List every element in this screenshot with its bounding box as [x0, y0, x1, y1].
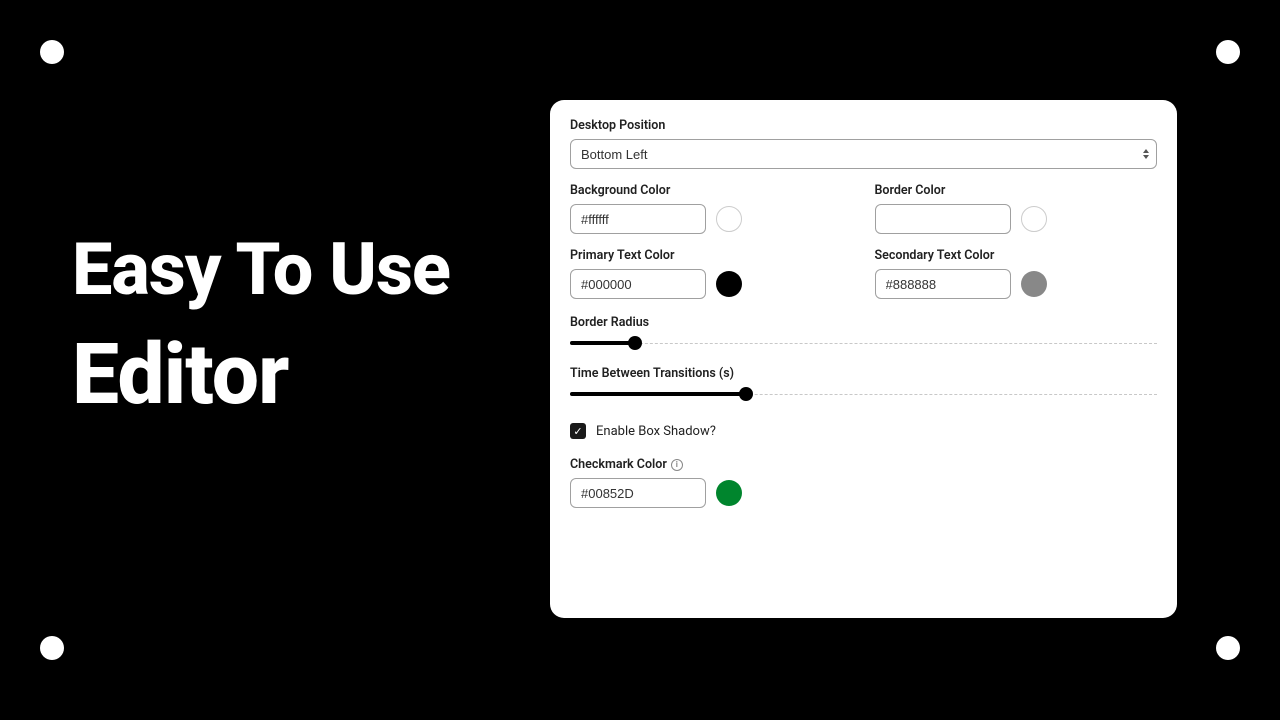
time-between-slider[interactable]: [570, 387, 1157, 401]
desktop-position-label: Desktop Position: [570, 118, 1157, 133]
primary-text-color-field: Primary Text Color: [570, 248, 853, 299]
slider-rail: [570, 343, 1157, 344]
time-between-label: Time Between Transitions (s): [570, 366, 1157, 381]
enable-box-shadow-checkbox[interactable]: ✓: [570, 423, 586, 439]
secondary-text-color-input[interactable]: [875, 269, 1011, 299]
border-radius-slider[interactable]: [570, 336, 1157, 350]
decorative-dot: [1216, 636, 1240, 660]
info-icon[interactable]: i: [671, 459, 683, 471]
decorative-dot: [40, 40, 64, 64]
border-color-input[interactable]: [875, 204, 1011, 234]
primary-text-color-swatch[interactable]: [716, 271, 742, 297]
border-radius-field: Border Radius: [570, 315, 1157, 350]
headline-line-2: Editor: [72, 329, 450, 421]
headline: Easy To Use Editor: [72, 230, 450, 422]
editor-panel: Desktop Position Background Color Border…: [550, 100, 1177, 618]
border-color-field: Border Color: [875, 183, 1158, 234]
slider-fill: [570, 392, 746, 396]
border-color-label: Border Color: [875, 183, 1158, 198]
background-color-input[interactable]: [570, 204, 706, 234]
checkmark-color-label: Checkmark Color: [570, 457, 667, 472]
border-radius-label: Border Radius: [570, 315, 1157, 330]
decorative-dot: [1216, 40, 1240, 64]
slider-thumb[interactable]: [739, 387, 753, 401]
secondary-text-color-swatch[interactable]: [1021, 271, 1047, 297]
border-color-swatch[interactable]: [1021, 206, 1047, 232]
decorative-dot: [40, 636, 64, 660]
checkmark-color-field: Checkmark Color i: [570, 457, 1157, 508]
checkmark-color-input[interactable]: [570, 478, 706, 508]
secondary-text-color-label: Secondary Text Color: [875, 248, 1158, 263]
primary-text-color-label: Primary Text Color: [570, 248, 853, 263]
check-icon: ✓: [573, 426, 582, 437]
slider-fill: [570, 341, 635, 345]
background-color-field: Background Color: [570, 183, 853, 234]
primary-text-color-input[interactable]: [570, 269, 706, 299]
checkmark-color-swatch[interactable]: [716, 480, 742, 506]
desktop-position-select[interactable]: [570, 139, 1157, 169]
time-between-field: Time Between Transitions (s): [570, 366, 1157, 401]
secondary-text-color-field: Secondary Text Color: [875, 248, 1158, 299]
background-color-label: Background Color: [570, 183, 853, 198]
slider-thumb[interactable]: [628, 336, 642, 350]
enable-box-shadow-field: ✓ Enable Box Shadow?: [570, 423, 1157, 439]
background-color-swatch[interactable]: [716, 206, 742, 232]
enable-box-shadow-label: Enable Box Shadow?: [596, 424, 716, 439]
desktop-position-field: Desktop Position: [570, 118, 1157, 169]
headline-line-1: Easy To Use: [72, 230, 450, 309]
